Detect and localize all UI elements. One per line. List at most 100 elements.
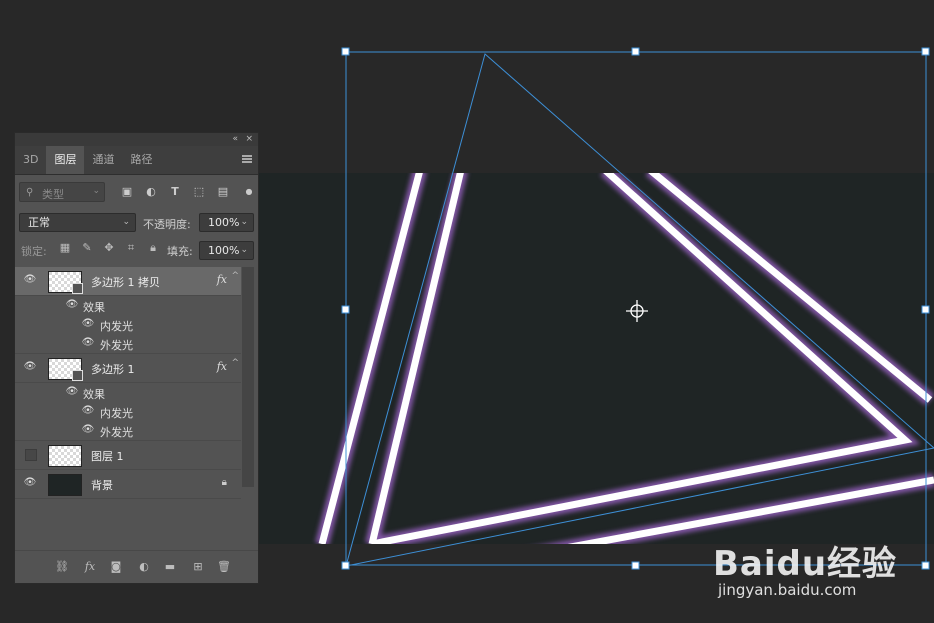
effect-row[interactable]: 👁︎ 外发光: [15, 334, 241, 354]
chevron-up-icon[interactable]: ^: [231, 271, 239, 281]
effects-label: 效果: [83, 301, 105, 314]
neon-triangles: [315, 173, 934, 544]
type-filter-icon[interactable]: T: [169, 186, 181, 198]
effect-outer-glow: 外发光: [100, 339, 133, 352]
add-layer-style-icon[interactable]: fx: [83, 560, 97, 574]
tab-layers[interactable]: 图层: [46, 146, 85, 174]
fx-icon[interactable]: fx: [217, 360, 227, 373]
layer-thumbnail: [48, 474, 82, 496]
image-filter-icon[interactable]: ▣: [121, 186, 133, 198]
effect-inner-glow: 内发光: [100, 320, 133, 333]
eye-icon[interactable]: 👁︎: [65, 300, 79, 310]
adjustment-filter-icon[interactable]: ◐: [145, 186, 157, 198]
effects-label: 效果: [83, 388, 105, 401]
reference-point-icon[interactable]: [626, 300, 648, 322]
tab-3d[interactable]: 3D: [15, 146, 46, 174]
layer-name[interactable]: 多边形 1: [91, 361, 135, 377]
handle-top-right: [921, 47, 930, 56]
lock-transparent-pixels-icon[interactable]: ▦: [59, 242, 71, 254]
fx-icon[interactable]: fx: [217, 273, 227, 286]
layer-name[interactable]: 背景: [91, 477, 113, 493]
layer-name[interactable]: 图层 1: [91, 448, 124, 464]
eye-icon[interactable]: 👁︎: [23, 362, 37, 372]
eye-icon[interactable]: 👁︎: [81, 425, 95, 435]
handle-middle-right: [921, 305, 930, 314]
layers-scrollbar[interactable]: [242, 267, 254, 487]
panel-titlebar: « ×: [15, 133, 258, 146]
smart-object-filter-icon[interactable]: ▤: [217, 186, 229, 198]
panel-menu-icon[interactable]: [242, 155, 252, 163]
new-group-icon[interactable]: ▬: [163, 560, 177, 574]
effects-row[interactable]: 👁︎ 效果: [15, 296, 241, 315]
lock-image-pixels-icon[interactable]: ✎: [81, 242, 93, 254]
panel-tabs: 3D 图层 通道 路径: [15, 146, 258, 175]
add-mask-icon[interactable]: ◙: [109, 560, 123, 574]
fill-value: 100%: [208, 244, 240, 257]
shape-layer-icon: [72, 283, 83, 294]
filter-row: ⚲ 类型 ⌄ ▣ ◐ T ⬚ ▤ ●: [15, 175, 258, 209]
watermark-url: jingyan.baidu.com: [718, 581, 857, 599]
layer-name[interactable]: 多边形 1 拷贝: [91, 274, 160, 290]
chevron-down-icon: ⌄: [240, 217, 248, 227]
close-panel-icon[interactable]: ×: [245, 133, 253, 146]
tab-paths[interactable]: 路径: [122, 146, 160, 174]
lock-row: 锁定: ▦ ✎ ✥ ⌗ 🔒︎ 填充: 100% ⌄: [15, 235, 258, 265]
visibility-toggle[interactable]: [25, 449, 37, 461]
baidu-watermark: Baidu经验 jingyan.baidu.com: [713, 536, 898, 599]
lock-artboard-icon[interactable]: ⌗: [125, 242, 137, 254]
collapse-panel-icon[interactable]: «: [232, 133, 238, 146]
filter-toggle-icon[interactable]: ●: [243, 186, 255, 198]
lock-label: 锁定:: [21, 245, 47, 258]
layer-row[interactable]: 👁︎ 背景 🔒︎: [15, 470, 241, 499]
handle-bottom-center: [631, 561, 640, 570]
panel-bottom-toolbar: ⛓︎ fx ◙ ◐ ▬ ⊞ 🗑︎: [15, 550, 258, 583]
layer-row[interactable]: 图层 1: [15, 441, 241, 470]
fill-input[interactable]: 100% ⌄: [199, 241, 254, 260]
lock-all-icon[interactable]: 🔒︎: [147, 242, 159, 254]
layer-row[interactable]: 👁︎ 多边形 1 fx ^: [15, 354, 241, 383]
effect-row[interactable]: 👁︎ 内发光: [15, 402, 241, 421]
watermark-brand: Baidu经验: [713, 544, 898, 584]
layer-thumbnail: [48, 271, 83, 294]
filter-placeholder: 类型: [42, 188, 64, 201]
effect-outer-glow: 外发光: [100, 426, 133, 439]
effects-row[interactable]: 👁︎ 效果: [15, 383, 241, 402]
opacity-label: 不透明度:: [143, 218, 191, 231]
handle-middle-left: [341, 305, 350, 314]
effect-row[interactable]: 👁︎ 内发光: [15, 315, 241, 334]
eye-icon[interactable]: 👁︎: [23, 478, 37, 488]
blend-row: 正常 ⌄ 不透明度: 100% ⌄: [15, 209, 258, 235]
chevron-down-icon: ⌄: [92, 186, 100, 196]
eye-icon[interactable]: 👁︎: [81, 338, 95, 348]
blend-mode-value: 正常: [28, 216, 50, 229]
tab-channels[interactable]: 通道: [84, 146, 122, 174]
delete-layer-icon[interactable]: 🗑︎: [217, 560, 231, 574]
filter-kind-select[interactable]: ⚲ 类型 ⌄: [19, 182, 105, 202]
chevron-up-icon[interactable]: ^: [231, 358, 239, 368]
layer-thumbnail: [48, 445, 82, 467]
handle-bottom-left: [341, 561, 350, 570]
new-adjustment-layer-icon[interactable]: ◐: [137, 560, 151, 574]
chevron-down-icon: ⌄: [240, 245, 248, 255]
opacity-input[interactable]: 100% ⌄: [199, 213, 254, 232]
layer-row[interactable]: 👁︎ 多边形 1 拷贝 fx ^: [15, 267, 241, 296]
effect-row[interactable]: 👁︎ 外发光: [15, 421, 241, 441]
shape-layer-icon: [72, 370, 83, 381]
lock-icon: 🔒︎: [221, 477, 227, 488]
lock-position-icon[interactable]: ✥: [103, 242, 115, 254]
handle-top-center: [631, 47, 640, 56]
chevron-down-icon: ⌄: [122, 217, 130, 227]
link-layers-icon[interactable]: ⛓︎: [55, 560, 69, 574]
new-layer-icon[interactable]: ⊞: [191, 560, 205, 574]
shape-filter-icon[interactable]: ⬚: [193, 186, 205, 198]
blend-mode-select[interactable]: 正常 ⌄: [19, 213, 136, 232]
handle-top-left: [341, 47, 350, 56]
eye-icon[interactable]: 👁︎: [65, 387, 79, 397]
eye-icon[interactable]: 👁︎: [81, 406, 95, 416]
layer-thumbnail: [48, 358, 83, 381]
layers-list: 👁︎ 多边形 1 拷贝 fx ^ 👁︎ 效果 👁︎ 内发光 👁︎ 外发光 👁︎ …: [15, 267, 241, 499]
effect-inner-glow: 内发光: [100, 407, 133, 420]
eye-icon[interactable]: 👁︎: [81, 319, 95, 329]
layers-panel: « × 3D 图层 通道 路径 ⚲ 类型 ⌄ ▣ ◐ T ⬚ ▤ ● 正常 ⌄ …: [14, 132, 259, 584]
eye-icon[interactable]: 👁︎: [23, 275, 37, 285]
